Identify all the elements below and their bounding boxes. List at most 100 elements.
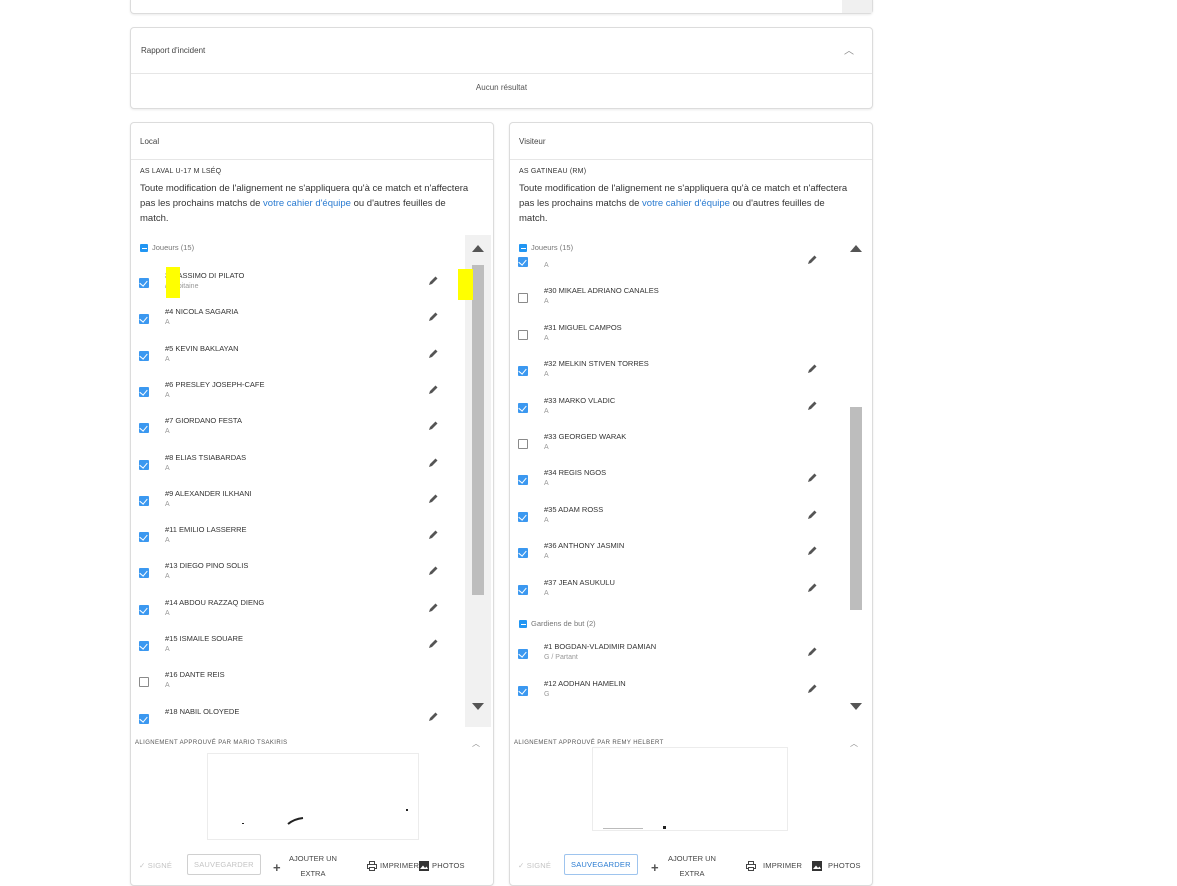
visitor-team-book-link[interactable]: votre cahier d'équipe: [642, 198, 730, 209]
photo-icon[interactable]: [812, 861, 822, 871]
visitor-save-button[interactable]: SAUVEGARDER: [564, 854, 638, 875]
local-signed-button[interactable]: ✓ SIGNÉ: [139, 861, 172, 870]
player-checkbox[interactable]: [139, 314, 149, 325]
player-row[interactable]: #4 NICOLA SAGARIA A: [131, 304, 461, 340]
player-checkbox[interactable]: [518, 439, 528, 449]
player-checkbox[interactable]: [518, 293, 528, 304]
player-row[interactable]: #7 GIORDANO FESTA A: [131, 413, 461, 449]
previous-section-scrollbar[interactable]: [842, 0, 872, 13]
player-row[interactable]: #18 NABIL OLOYEDE: [131, 704, 461, 728]
edit-pencil-icon[interactable]: [427, 348, 439, 360]
player-row[interactable]: #13 DIEGO PINO SOLIS A: [131, 558, 461, 594]
chevron-up-icon[interactable]: ︿: [850, 738, 858, 749]
player-checkbox[interactable]: [139, 278, 149, 288]
player-checkbox[interactable]: [139, 677, 149, 688]
local-signature-box[interactable]: [207, 753, 419, 840]
player-checkbox[interactable]: [139, 423, 149, 434]
scroll-down-icon[interactable]: [472, 703, 484, 710]
player-checkbox[interactable]: [518, 366, 528, 377]
player-checkbox[interactable]: [139, 713, 149, 724]
player-row[interactable]: #16 DANTE REIS A: [131, 667, 461, 703]
player-checkbox[interactable]: [518, 475, 528, 486]
player-checkbox[interactable]: [139, 495, 149, 506]
player-checkbox[interactable]: [518, 257, 528, 267]
visitor-scrollbar[interactable]: [843, 235, 869, 727]
scroll-up-icon[interactable]: [850, 245, 862, 252]
player-checkbox[interactable]: [139, 604, 149, 615]
player-row[interactable]: #1 BOGDAN-VLADIMIR DAMIAN G / Partant: [510, 639, 840, 675]
local-team-book-link[interactable]: votre cahier d'équipe: [263, 198, 351, 209]
edit-pencil-icon[interactable]: [427, 493, 439, 505]
player-checkbox[interactable]: [139, 641, 149, 651]
player-checkbox[interactable]: [139, 568, 149, 579]
player-row[interactable]: #30 MIKAEL ADRIANO CANALES A: [510, 283, 840, 319]
group-checkbox[interactable]: [519, 620, 527, 629]
local-scrollbar[interactable]: [465, 235, 491, 727]
player-checkbox[interactable]: [518, 329, 528, 340]
player-checkbox[interactable]: [518, 548, 528, 559]
edit-pencil-icon[interactable]: [806, 254, 818, 266]
player-checkbox[interactable]: [139, 459, 149, 470]
edit-pencil-icon[interactable]: [806, 363, 818, 375]
player-row[interactable]: #34 REGIS NGOS A: [510, 465, 840, 501]
local-photos-button[interactable]: PHOTOS: [432, 861, 465, 870]
scroll-up-icon[interactable]: [472, 245, 484, 252]
player-row[interactable]: #31 MIGUEL CAMPOS A: [510, 320, 840, 356]
player-row[interactable]: #9 ALEXANDER ILKHANI A: [131, 486, 461, 522]
player-row[interactable]: #36 ANTHONY JASMIN A: [510, 538, 840, 574]
edit-pencil-icon[interactable]: [427, 711, 439, 723]
player-row[interactable]: 3 MASSIMO DI PILATO / Capitaine: [131, 268, 461, 304]
photo-icon[interactable]: [419, 861, 429, 871]
player-row[interactable]: #15 ISMAILE SOUARE A: [131, 631, 461, 667]
player-row[interactable]: #14 ABDOU RAZZAQ DIENG A: [131, 595, 461, 631]
edit-pencil-icon[interactable]: [427, 529, 439, 541]
player-row[interactable]: #6 PRESLEY JOSEPH-CAFE A: [131, 377, 461, 413]
player-checkbox[interactable]: [139, 386, 149, 397]
edit-pencil-icon[interactable]: [806, 509, 818, 521]
player-checkbox[interactable]: [518, 511, 528, 522]
edit-pencil-icon[interactable]: [427, 420, 439, 432]
plus-icon[interactable]: +: [651, 860, 659, 875]
edit-pencil-icon[interactable]: [427, 311, 439, 323]
local-print-button[interactable]: IMPRIMER: [380, 861, 419, 870]
player-row[interactable]: A: [510, 247, 840, 283]
edit-pencil-icon[interactable]: [427, 602, 439, 614]
edit-pencil-icon[interactable]: [427, 384, 439, 396]
edit-pencil-icon[interactable]: [427, 275, 439, 287]
chevron-up-icon[interactable]: ︿: [844, 42, 854, 57]
player-row[interactable]: #11 EMILIO LASSERRE A: [131, 522, 461, 558]
player-row[interactable]: #37 JEAN ASUKULU A: [510, 575, 840, 611]
player-checkbox[interactable]: [518, 649, 528, 659]
edit-pencil-icon[interactable]: [806, 400, 818, 412]
printer-icon[interactable]: [367, 861, 377, 871]
local-add-extra-button[interactable]: AJOUTER UN EXTRA: [289, 851, 337, 881]
visitor-print-button[interactable]: IMPRIMER: [763, 861, 802, 870]
local-save-button[interactable]: SAUVEGARDER: [187, 854, 261, 875]
printer-icon[interactable]: [746, 861, 756, 871]
player-row[interactable]: #8 ELIAS TSIABARDAS A: [131, 450, 461, 486]
plus-icon[interactable]: +: [273, 860, 281, 875]
player-checkbox[interactable]: [139, 350, 149, 361]
player-row[interactable]: #33 MARKO VLADIC A: [510, 393, 840, 429]
scrollbar-thumb[interactable]: [472, 265, 484, 595]
player-row[interactable]: #12 AODHAN HAMELIN G: [510, 676, 840, 712]
player-row[interactable]: #35 ADAM ROSS A: [510, 502, 840, 538]
scroll-down-icon[interactable]: [850, 703, 862, 710]
player-row[interactable]: #32 MELKIN STIVEN TORRES A: [510, 356, 840, 392]
scrollbar-thumb[interactable]: [850, 407, 862, 610]
edit-pencil-icon[interactable]: [806, 472, 818, 484]
player-checkbox[interactable]: [518, 402, 528, 413]
incident-report-header[interactable]: Rapport d'incident ︿: [131, 28, 872, 74]
player-row[interactable]: #5 KEVIN BAKLAYAN A: [131, 341, 461, 377]
visitor-keepers-group[interactable]: Gardiens de but (2): [519, 619, 596, 629]
edit-pencil-icon[interactable]: [427, 638, 439, 650]
player-row[interactable]: #33 GEORGED WARAK A: [510, 429, 840, 465]
player-checkbox[interactable]: [518, 584, 528, 595]
player-checkbox[interactable]: [518, 686, 528, 696]
visitor-add-extra-button[interactable]: AJOUTER UN EXTRA: [668, 851, 716, 881]
edit-pencil-icon[interactable]: [427, 457, 439, 469]
visitor-photos-button[interactable]: PHOTOS: [828, 861, 861, 870]
chevron-up-icon[interactable]: ︿: [472, 738, 480, 749]
edit-pencil-icon[interactable]: [806, 582, 818, 594]
edit-pencil-icon[interactable]: [806, 646, 818, 658]
